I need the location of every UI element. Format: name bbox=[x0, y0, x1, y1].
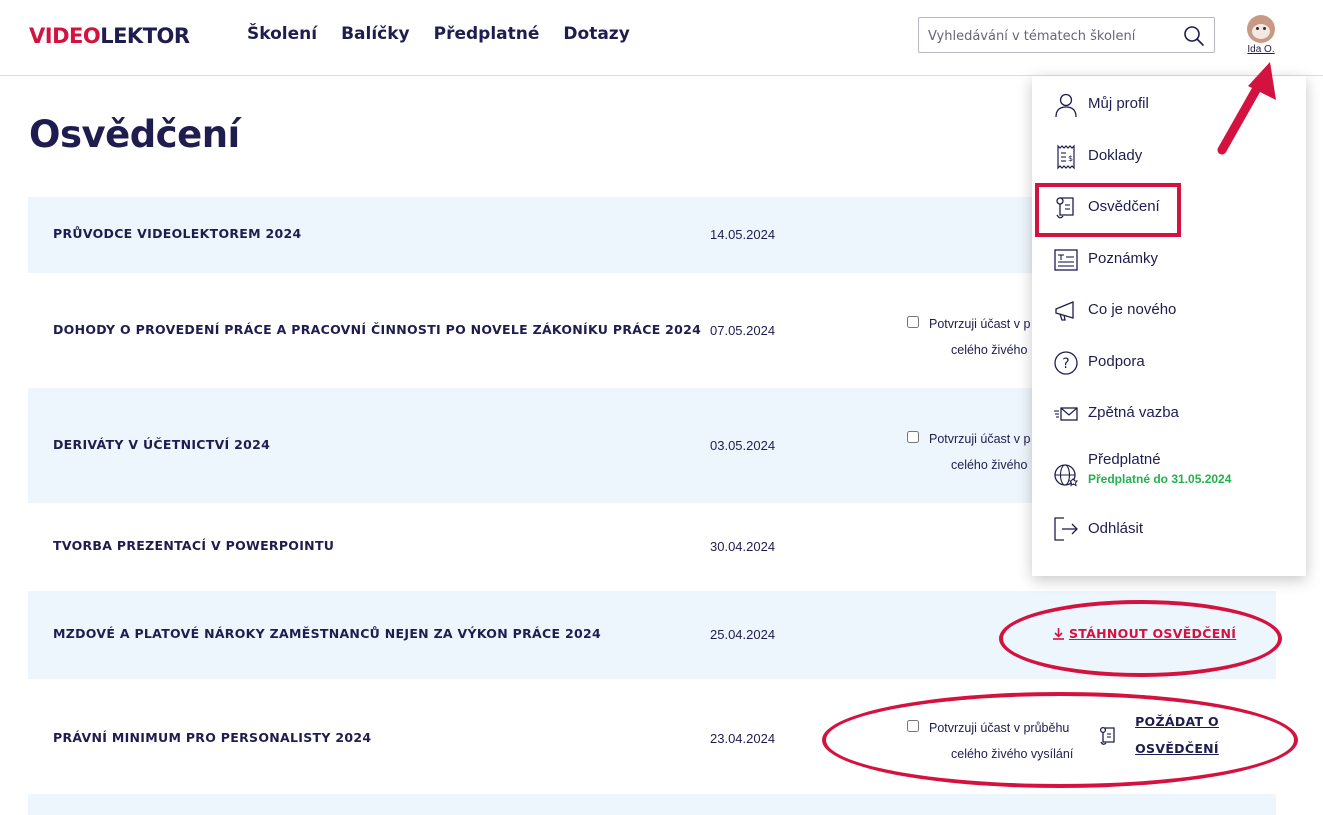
request-label-line1: POŽÁDAT O bbox=[1135, 714, 1219, 729]
main-nav: Školení Balíčky Předplatné Dotazy bbox=[247, 23, 630, 45]
course-name: Deriváty v účetnictví 2024 bbox=[53, 437, 271, 452]
menu-label: Zpětná vazba bbox=[1088, 404, 1179, 421]
menu-item-logout[interactable]: Odhlásit bbox=[1032, 508, 1306, 548]
svg-text:?: ? bbox=[1062, 356, 1069, 372]
globe-icon bbox=[1054, 464, 1078, 487]
logo[interactable]: VIDEOLEKTOR bbox=[29, 23, 190, 49]
menu-item-profile[interactable]: Můj profil bbox=[1032, 84, 1306, 124]
download-certificate-link[interactable]: STÁHNOUT OSVĚDČENÍ bbox=[1052, 626, 1236, 641]
confirm-text: Potvrzuji účast v průběhu bbox=[929, 721, 1070, 735]
confirm-text: celého živého vysílání bbox=[951, 747, 1074, 761]
menu-label: Předplatné bbox=[1088, 451, 1161, 468]
confirm-text: Potvrzuji účast v p bbox=[929, 317, 1031, 331]
receipt-icon: $ bbox=[1057, 144, 1075, 170]
course-name: Tvorba prezentací v PowerPointu bbox=[53, 538, 335, 553]
menu-item-certificates[interactable]: Osvědčení bbox=[1032, 187, 1306, 227]
course-name: Právní minimum pro personalisty 2024 bbox=[53, 730, 372, 745]
table-row bbox=[28, 794, 1276, 815]
attendance-checkbox[interactable] bbox=[907, 720, 919, 732]
confirm-text: celého živého bbox=[951, 343, 1028, 357]
course-date: 23.04.2024 bbox=[710, 731, 776, 746]
course-date: 03.05.2024 bbox=[710, 438, 776, 453]
menu-label: Poznámky bbox=[1088, 250, 1159, 267]
menu-label: Podpora bbox=[1088, 353, 1145, 370]
user-dropdown-menu: Můj profil $ Doklady Osvědčení Poznámky … bbox=[1032, 76, 1306, 576]
mail-icon bbox=[1054, 407, 1078, 421]
menu-label: Odhlásit bbox=[1088, 520, 1144, 537]
site-header: VIDEOLEKTOR Školení Balíčky Předplatné D… bbox=[0, 0, 1323, 76]
notes-icon bbox=[1054, 249, 1078, 271]
certificate-icon bbox=[1099, 726, 1115, 745]
menu-item-support[interactable]: ? Podpora bbox=[1032, 342, 1306, 382]
course-name: Dohody o provedení práce a pracovní činn… bbox=[53, 322, 702, 337]
attendance-checkbox[interactable] bbox=[907, 316, 919, 328]
logo-part-video: VIDEO bbox=[29, 24, 101, 48]
avatar bbox=[1247, 15, 1275, 43]
attendance-confirm: Potvrzuji účast v průběhu celého živého … bbox=[907, 715, 1087, 767]
course-name: Mzdové a platové nároky zaměstnanců neje… bbox=[53, 626, 601, 641]
menu-label: Doklady bbox=[1088, 147, 1143, 164]
subscription-status: Předplatné do 31.05.2024 bbox=[1088, 472, 1232, 486]
certificate-icon bbox=[1056, 197, 1074, 219]
nav-item-dotazy[interactable]: Dotazy bbox=[563, 23, 629, 45]
confirm-text: Potvrzuji účast v p bbox=[929, 432, 1031, 446]
table-row: Právní minimum pro personalisty 2024 23.… bbox=[28, 679, 1276, 794]
nav-item-skoleni[interactable]: Školení bbox=[247, 23, 317, 45]
course-date: 14.05.2024 bbox=[710, 227, 776, 242]
menu-item-feedback[interactable]: Zpětná vazba bbox=[1032, 393, 1306, 433]
table-row: Mzdové a platové nároky zaměstnanců neje… bbox=[28, 591, 1276, 679]
download-label: STÁHNOUT OSVĚDČENÍ bbox=[1069, 626, 1237, 641]
search-icon[interactable] bbox=[1183, 25, 1205, 47]
megaphone-icon bbox=[1055, 301, 1074, 321]
user-icon bbox=[1055, 93, 1077, 118]
nav-item-predplatne[interactable]: Předplatné bbox=[434, 23, 540, 45]
attendance-checkbox[interactable] bbox=[907, 431, 919, 443]
logo-part-lektor: LEKTOR bbox=[100, 24, 190, 48]
course-name: Průvodce videolektorem 2024 bbox=[53, 226, 302, 241]
user-name: Ida O. bbox=[1247, 44, 1275, 55]
nav-item-balicky[interactable]: Balíčky bbox=[341, 23, 410, 45]
avatar-eye bbox=[1263, 27, 1266, 30]
avatar-face bbox=[1252, 24, 1270, 39]
course-date: 25.04.2024 bbox=[710, 627, 776, 642]
course-date: 07.05.2024 bbox=[710, 323, 776, 338]
page-title: Osvědčení bbox=[29, 113, 240, 156]
avatar-eye bbox=[1256, 27, 1259, 30]
download-icon bbox=[1053, 628, 1064, 640]
menu-item-notes[interactable]: Poznámky bbox=[1032, 239, 1306, 279]
request-label-line2: OSVĚDČENÍ bbox=[1135, 741, 1219, 756]
menu-label: Osvědčení bbox=[1088, 198, 1160, 215]
svg-text:$: $ bbox=[1068, 154, 1073, 163]
menu-item-invoices[interactable]: $ Doklady bbox=[1032, 136, 1306, 176]
menu-item-subscription[interactable]: Předplatné Předplatné do 31.05.2024 bbox=[1032, 451, 1306, 501]
help-icon: ? bbox=[1054, 351, 1078, 375]
user-menu-toggle[interactable]: Ida O. bbox=[1244, 15, 1278, 57]
request-certificate-link[interactable]: POŽÁDAT O OSVĚDČENÍ bbox=[1127, 708, 1227, 762]
course-date: 30.04.2024 bbox=[710, 539, 776, 554]
menu-label: Co je nového bbox=[1088, 301, 1177, 318]
menu-item-whats-new[interactable]: Co je nového bbox=[1032, 290, 1306, 330]
menu-label: Můj profil bbox=[1088, 95, 1149, 112]
logout-icon bbox=[1054, 517, 1078, 541]
confirm-text: celého živého bbox=[951, 458, 1028, 472]
search-box bbox=[918, 17, 1215, 53]
search-input[interactable] bbox=[928, 26, 1173, 46]
